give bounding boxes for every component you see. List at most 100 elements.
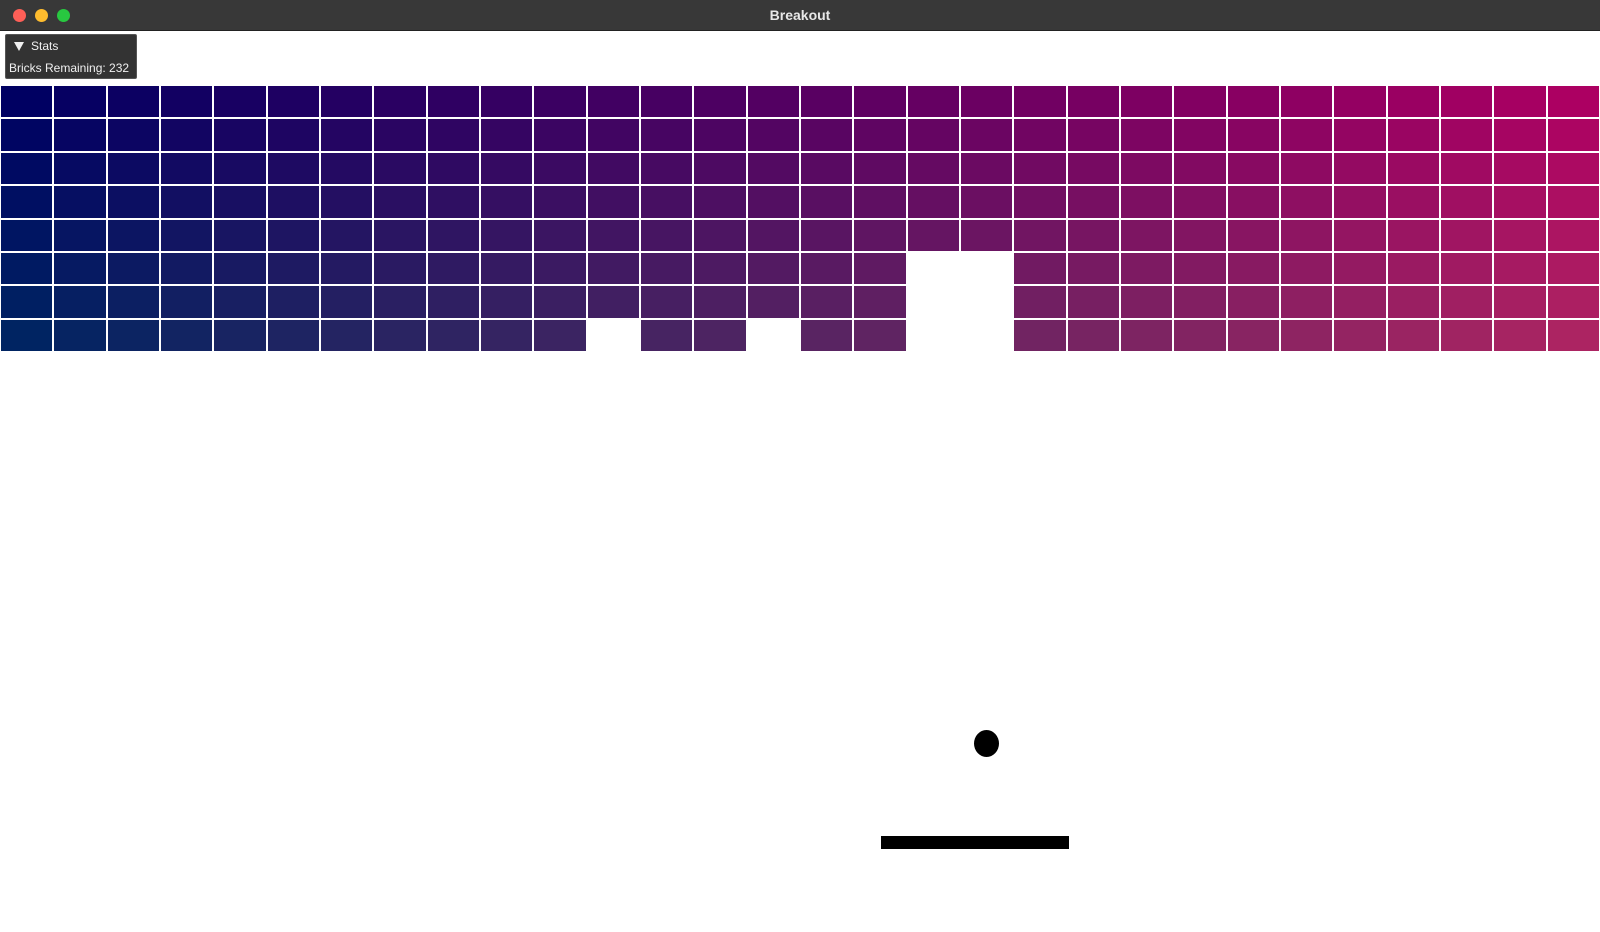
brick — [801, 219, 853, 251]
brick — [641, 253, 693, 285]
brick — [1387, 119, 1439, 151]
brick — [1334, 253, 1386, 285]
brick — [907, 219, 959, 251]
brick — [1121, 86, 1173, 118]
brick — [161, 219, 213, 251]
brick — [1227, 86, 1279, 118]
stats-header[interactable]: Stats — [6, 35, 136, 57]
brick — [1227, 186, 1279, 218]
brick — [641, 186, 693, 218]
brick — [534, 319, 586, 352]
brick — [1067, 119, 1119, 151]
brick — [321, 86, 373, 118]
brick — [1174, 286, 1226, 318]
brick — [267, 86, 319, 118]
brick — [694, 186, 746, 218]
game-canvas[interactable] — [0, 31, 1600, 932]
brick — [107, 119, 159, 151]
brick — [1441, 253, 1493, 285]
brick — [1441, 86, 1493, 118]
brick — [1334, 319, 1386, 352]
brick — [747, 286, 799, 318]
brick — [1334, 152, 1386, 185]
brick — [1494, 319, 1546, 352]
brick — [801, 253, 853, 285]
brick — [54, 219, 106, 251]
brick — [1494, 119, 1546, 151]
brick — [1174, 319, 1226, 352]
brick — [854, 186, 906, 218]
brick — [1014, 319, 1066, 352]
brick — [267, 319, 319, 352]
brick — [587, 86, 639, 118]
brick — [161, 119, 213, 151]
brick — [427, 219, 479, 251]
brick — [374, 119, 426, 151]
brick — [1387, 86, 1439, 118]
brick — [1227, 219, 1279, 251]
brick — [1387, 219, 1439, 251]
brick — [107, 286, 159, 318]
brick — [267, 152, 319, 185]
brick — [534, 186, 586, 218]
paddle[interactable] — [881, 836, 1069, 849]
brick — [1014, 219, 1066, 251]
brick — [907, 119, 959, 151]
brick — [321, 119, 373, 151]
brick — [321, 219, 373, 251]
brick — [961, 186, 1013, 218]
brick — [1547, 86, 1599, 118]
brick — [1227, 319, 1279, 352]
brick — [427, 119, 479, 151]
brick — [1014, 119, 1066, 151]
brick — [1441, 219, 1493, 251]
brick — [374, 152, 426, 185]
window-titlebar: Breakout — [0, 0, 1600, 31]
brick — [214, 319, 266, 352]
brick — [1174, 86, 1226, 118]
brick — [267, 286, 319, 318]
brick — [1547, 186, 1599, 218]
brick — [801, 152, 853, 185]
brick — [801, 119, 853, 151]
brick — [1, 119, 53, 151]
brick — [481, 253, 533, 285]
brick — [374, 86, 426, 118]
brick — [54, 152, 106, 185]
brick — [1547, 253, 1599, 285]
brick — [1334, 186, 1386, 218]
brick — [1387, 286, 1439, 318]
brick — [54, 253, 106, 285]
brick — [214, 219, 266, 251]
brick — [374, 219, 426, 251]
brick — [907, 152, 959, 185]
brick — [427, 152, 479, 185]
brick — [1227, 152, 1279, 185]
brick — [107, 186, 159, 218]
brick — [107, 219, 159, 251]
brick — [534, 152, 586, 185]
brick — [1, 253, 53, 285]
bricks-remaining-value: 232 — [109, 61, 130, 75]
brick — [374, 286, 426, 318]
brick — [1281, 152, 1333, 185]
brick — [321, 152, 373, 185]
brick — [427, 286, 479, 318]
brick — [1441, 152, 1493, 185]
brick — [694, 319, 746, 352]
collapse-triangle-icon[interactable] — [14, 41, 24, 51]
brick — [1441, 319, 1493, 352]
brick — [587, 286, 639, 318]
brick — [1387, 253, 1439, 285]
brick — [1494, 253, 1546, 285]
brick — [854, 152, 906, 185]
stats-panel: Stats Bricks Remaining: 232 — [5, 34, 137, 79]
brick — [1014, 86, 1066, 118]
brick — [1281, 286, 1333, 318]
brick — [1067, 186, 1119, 218]
brick — [1121, 319, 1173, 352]
brick — [1547, 219, 1599, 251]
brick — [694, 219, 746, 251]
brick — [854, 119, 906, 151]
brick — [1387, 186, 1439, 218]
